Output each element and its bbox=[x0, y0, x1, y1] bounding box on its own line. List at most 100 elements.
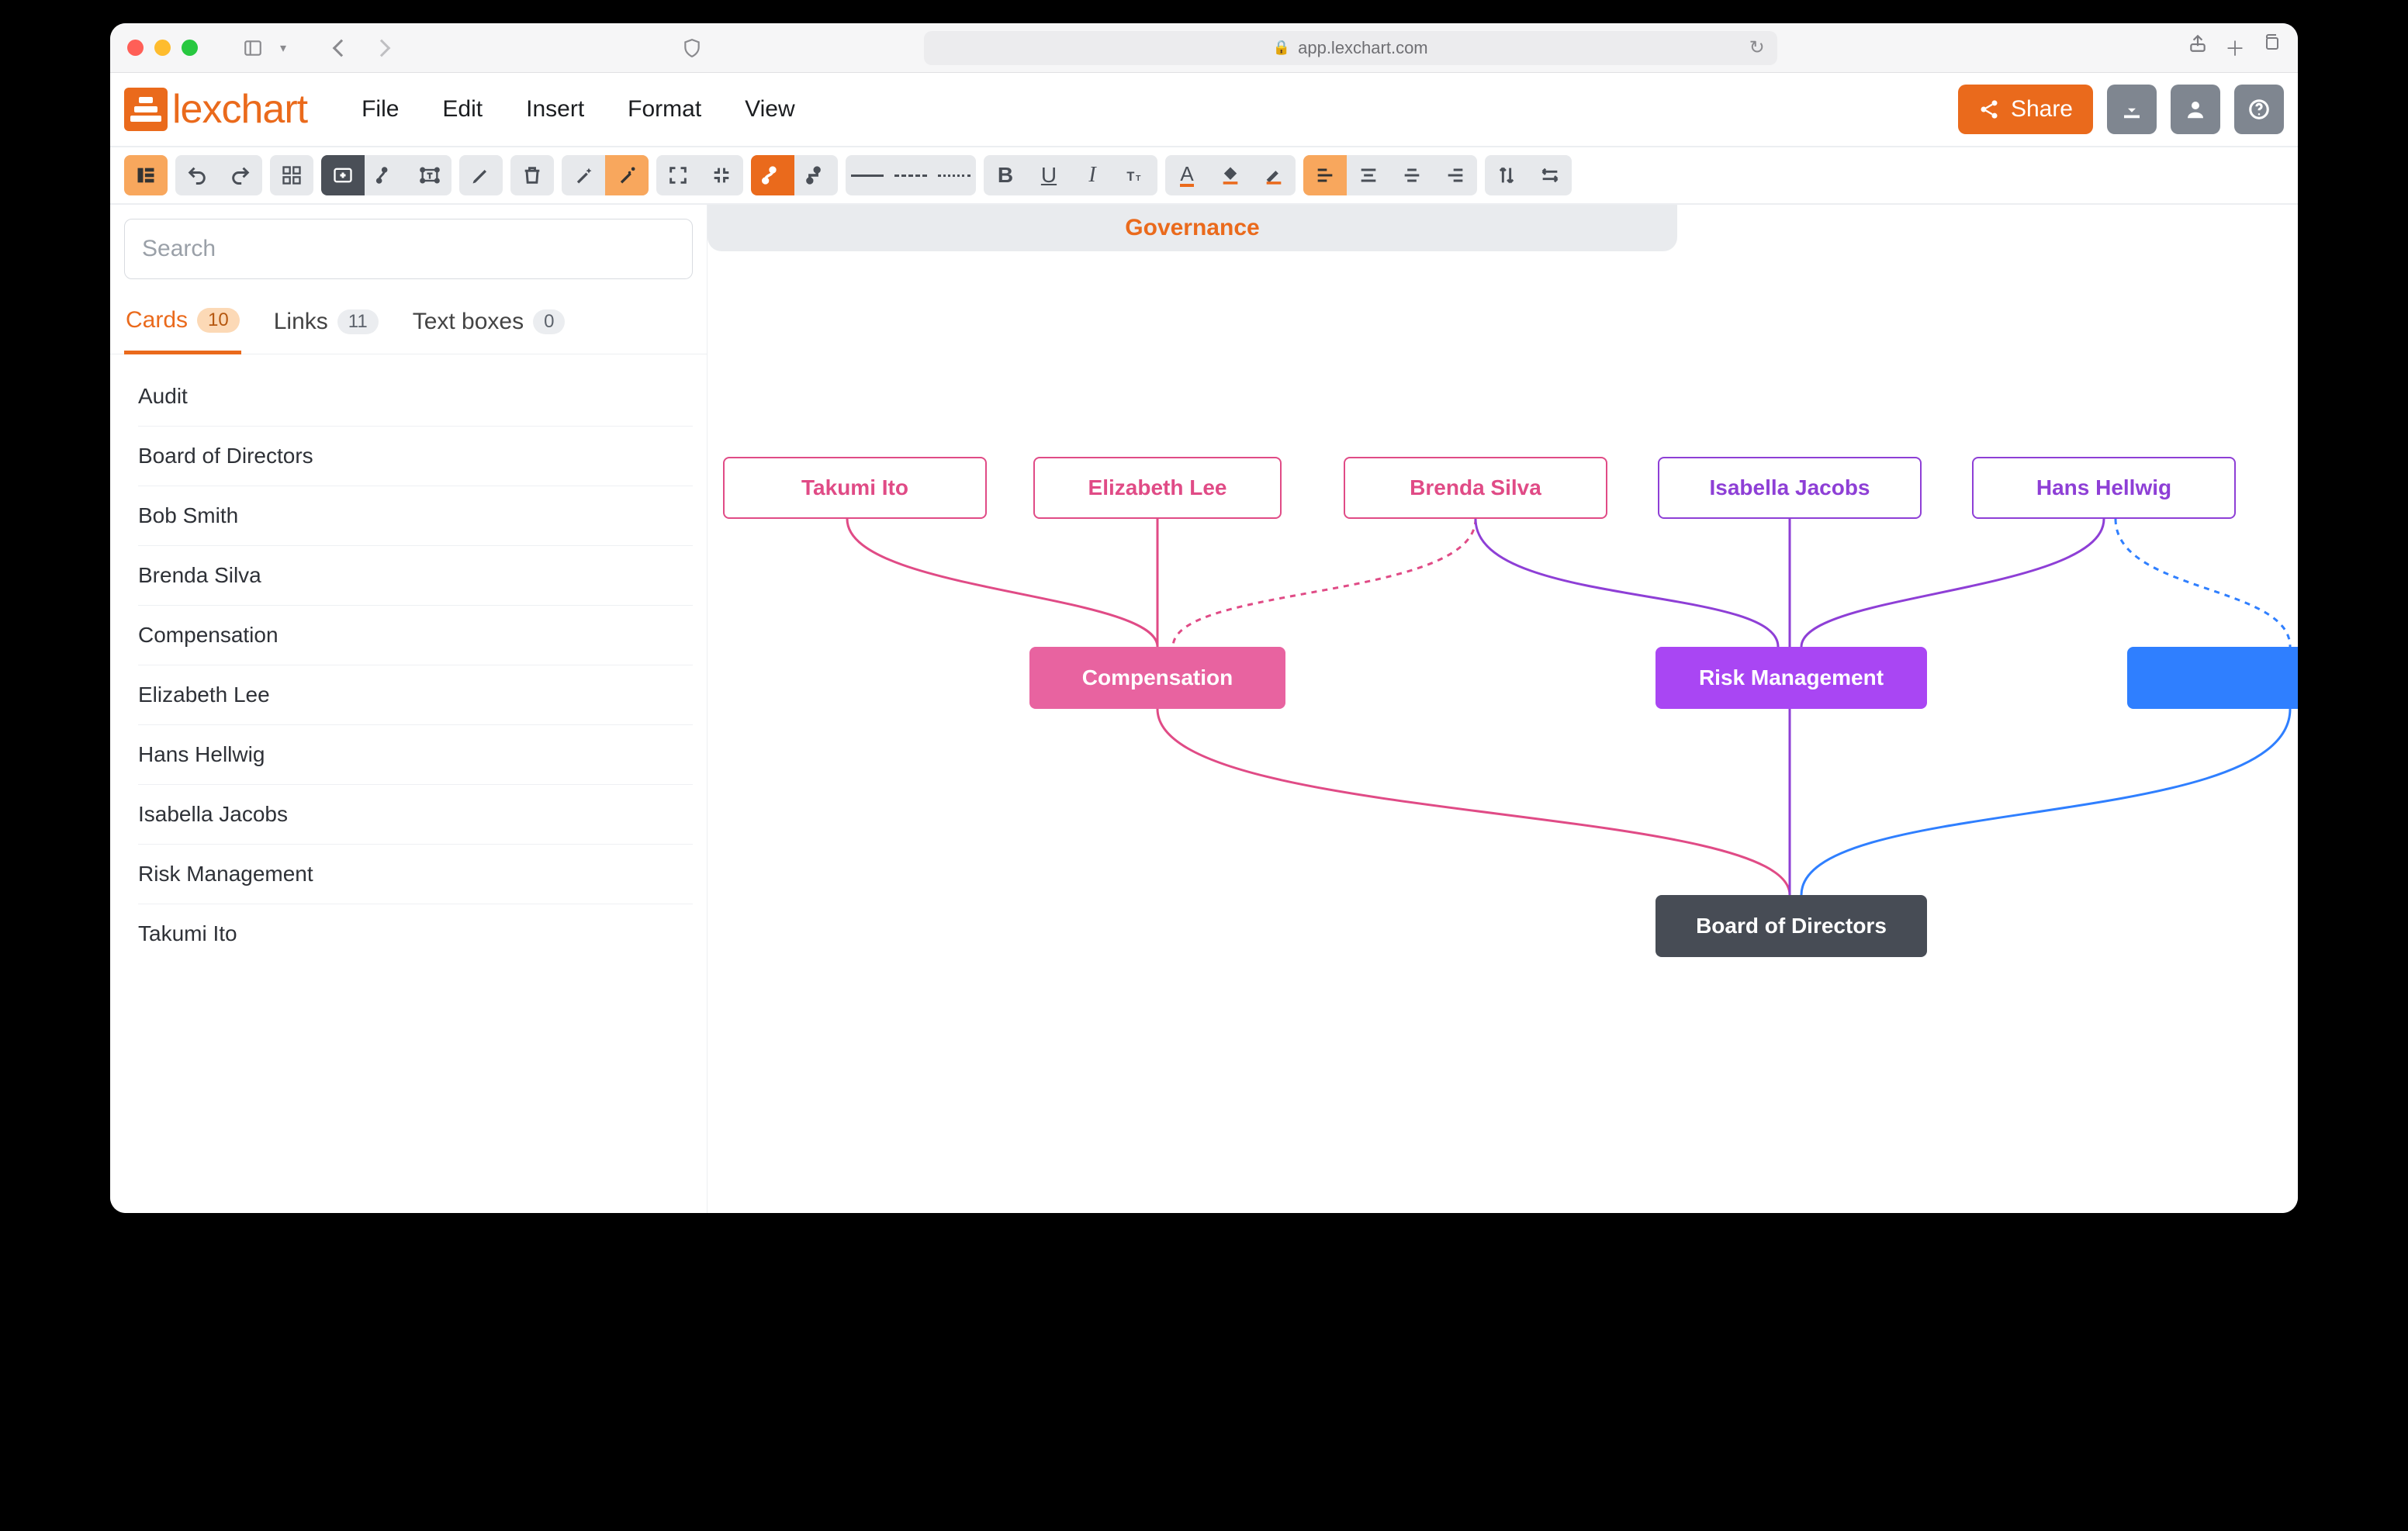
list-item[interactable]: Audit bbox=[138, 367, 693, 427]
card-hans-hellwig[interactable]: Hans Hellwig bbox=[1972, 457, 2236, 519]
undo-button[interactable] bbox=[175, 155, 219, 195]
list-item[interactable]: Brenda Silva bbox=[138, 546, 693, 606]
direction-horizontal-button[interactable] bbox=[1528, 155, 1572, 195]
toolbar: B U I TT A bbox=[110, 147, 2298, 205]
address-bar[interactable]: 🔒 app.lexchart.com ↻ bbox=[924, 31, 1777, 65]
account-button[interactable] bbox=[2171, 85, 2220, 134]
card-elizabeth-lee[interactable]: Elizabeth Lee bbox=[1033, 457, 1282, 519]
line-solid-button[interactable] bbox=[846, 155, 889, 195]
shield-icon[interactable] bbox=[679, 35, 705, 61]
tab-cards-label: Cards bbox=[126, 307, 188, 334]
list-item[interactable]: Board of Directors bbox=[138, 427, 693, 486]
sidebar-tabs: Cards 10 Links 11 Text boxes 0 bbox=[110, 299, 707, 354]
card-risk-management[interactable]: Risk Management bbox=[1656, 647, 1927, 709]
lock-icon: 🔒 bbox=[1273, 40, 1290, 56]
list-item[interactable]: Risk Management bbox=[138, 845, 693, 904]
svg-text:T: T bbox=[1126, 170, 1134, 184]
menu-insert[interactable]: Insert bbox=[526, 96, 584, 123]
add-textbox-button[interactable] bbox=[408, 155, 452, 195]
delete-button[interactable] bbox=[510, 155, 554, 195]
tab-links-label: Links bbox=[274, 309, 328, 335]
elbow-connector-button[interactable] bbox=[794, 155, 838, 195]
list-item[interactable]: Takumi Ito bbox=[138, 904, 693, 963]
tab-textboxes[interactable]: Text boxes 0 bbox=[411, 299, 567, 354]
logo-text: lexchart bbox=[172, 86, 307, 133]
card-audit[interactable]: Au bbox=[2127, 647, 2298, 709]
header-action-buttons: Share bbox=[1958, 85, 2284, 134]
menu-edit[interactable]: Edit bbox=[442, 96, 483, 123]
tab-overview-icon[interactable] bbox=[2262, 33, 2281, 62]
edit-button[interactable] bbox=[459, 155, 503, 195]
align-center-v-button[interactable] bbox=[1390, 155, 1434, 195]
add-card-button[interactable] bbox=[321, 155, 365, 195]
share-button[interactable]: Share bbox=[1958, 85, 2093, 134]
menu-bar: File Edit Insert Format View bbox=[362, 96, 795, 123]
sidebar-toggle-icon[interactable] bbox=[240, 35, 266, 61]
share-button-label: Share bbox=[2011, 96, 2073, 123]
tab-links-count: 11 bbox=[337, 309, 379, 334]
menu-file[interactable]: File bbox=[362, 96, 399, 123]
card-board-of-directors[interactable]: Board of Directors bbox=[1656, 895, 1927, 957]
fill-color-button[interactable] bbox=[1209, 155, 1252, 195]
menu-format[interactable]: Format bbox=[628, 96, 701, 123]
back-button[interactable] bbox=[328, 35, 355, 61]
auto-layout-button[interactable] bbox=[605, 155, 649, 195]
card-list: Audit Board of Directors Bob Smith Brend… bbox=[110, 354, 707, 963]
tab-cards[interactable]: Cards 10 bbox=[124, 299, 241, 354]
card-compensation[interactable]: Compensation bbox=[1029, 647, 1285, 709]
panel-toggle-button[interactable] bbox=[124, 155, 168, 195]
card-brenda-silva[interactable]: Brenda Silva bbox=[1344, 457, 1607, 519]
download-button[interactable] bbox=[2107, 85, 2157, 134]
tab-textboxes-label: Text boxes bbox=[413, 309, 524, 335]
tab-links[interactable]: Links 11 bbox=[272, 299, 380, 354]
refresh-icon[interactable]: ↻ bbox=[1749, 36, 1765, 59]
bold-button[interactable]: B bbox=[984, 155, 1027, 195]
window-controls bbox=[127, 40, 198, 56]
align-left-button[interactable] bbox=[1303, 155, 1347, 195]
svg-text:T: T bbox=[1136, 174, 1141, 183]
line-dotted-button[interactable] bbox=[932, 155, 976, 195]
list-item[interactable]: Compensation bbox=[138, 606, 693, 665]
maximize-window-button[interactable] bbox=[182, 40, 198, 56]
border-color-button[interactable] bbox=[1252, 155, 1296, 195]
address-text: app.lexchart.com bbox=[1298, 38, 1428, 58]
app-header: lexchart File Edit Insert Format View Sh… bbox=[110, 73, 2298, 147]
close-window-button[interactable] bbox=[127, 40, 144, 56]
curved-connector-button[interactable] bbox=[751, 155, 794, 195]
card-takumi-ito[interactable]: Takumi Ito bbox=[723, 457, 987, 519]
share-icon[interactable] bbox=[2188, 33, 2208, 62]
align-right-button[interactable] bbox=[1434, 155, 1477, 195]
forward-button[interactable] bbox=[368, 35, 395, 61]
add-link-button[interactable] bbox=[365, 155, 408, 195]
text-color-button[interactable]: A bbox=[1165, 155, 1209, 195]
magic-wand-button[interactable] bbox=[562, 155, 605, 195]
connector-layer bbox=[708, 205, 2298, 1213]
browser-window: ▾ 🔒 app.lexchart.com ↻ ＋ bbox=[110, 23, 2298, 1213]
expand-button[interactable] bbox=[656, 155, 700, 195]
workspace: Cards 10 Links 11 Text boxes 0 Audit Boa… bbox=[110, 205, 2298, 1213]
underline-button[interactable]: U bbox=[1027, 155, 1071, 195]
list-item[interactable]: Bob Smith bbox=[138, 486, 693, 546]
logo-mark-icon bbox=[124, 88, 168, 131]
canvas[interactable]: Governance Takumi Ito Elizabeth bbox=[708, 205, 2298, 1213]
collapse-button[interactable] bbox=[700, 155, 743, 195]
chevron-down-icon[interactable]: ▾ bbox=[280, 40, 286, 56]
card-isabella-jacobs[interactable]: Isabella Jacobs bbox=[1658, 457, 1922, 519]
minimize-window-button[interactable] bbox=[154, 40, 171, 56]
grid-button[interactable] bbox=[270, 155, 313, 195]
search-input[interactable] bbox=[124, 219, 693, 279]
list-item[interactable]: Isabella Jacobs bbox=[138, 785, 693, 845]
sidebar: Cards 10 Links 11 Text boxes 0 Audit Boa… bbox=[110, 205, 708, 1213]
new-tab-icon[interactable]: ＋ bbox=[2225, 33, 2245, 62]
line-dashed-button[interactable] bbox=[889, 155, 932, 195]
redo-button[interactable] bbox=[219, 155, 262, 195]
italic-button[interactable]: I bbox=[1071, 155, 1114, 195]
text-size-button[interactable]: TT bbox=[1114, 155, 1157, 195]
menu-view[interactable]: View bbox=[745, 96, 794, 123]
help-button[interactable] bbox=[2234, 85, 2284, 134]
list-item[interactable]: Hans Hellwig bbox=[138, 725, 693, 785]
app-logo[interactable]: lexchart bbox=[124, 86, 307, 133]
list-item[interactable]: Elizabeth Lee bbox=[138, 665, 693, 725]
direction-vertical-button[interactable] bbox=[1485, 155, 1528, 195]
align-center-h-button[interactable] bbox=[1347, 155, 1390, 195]
